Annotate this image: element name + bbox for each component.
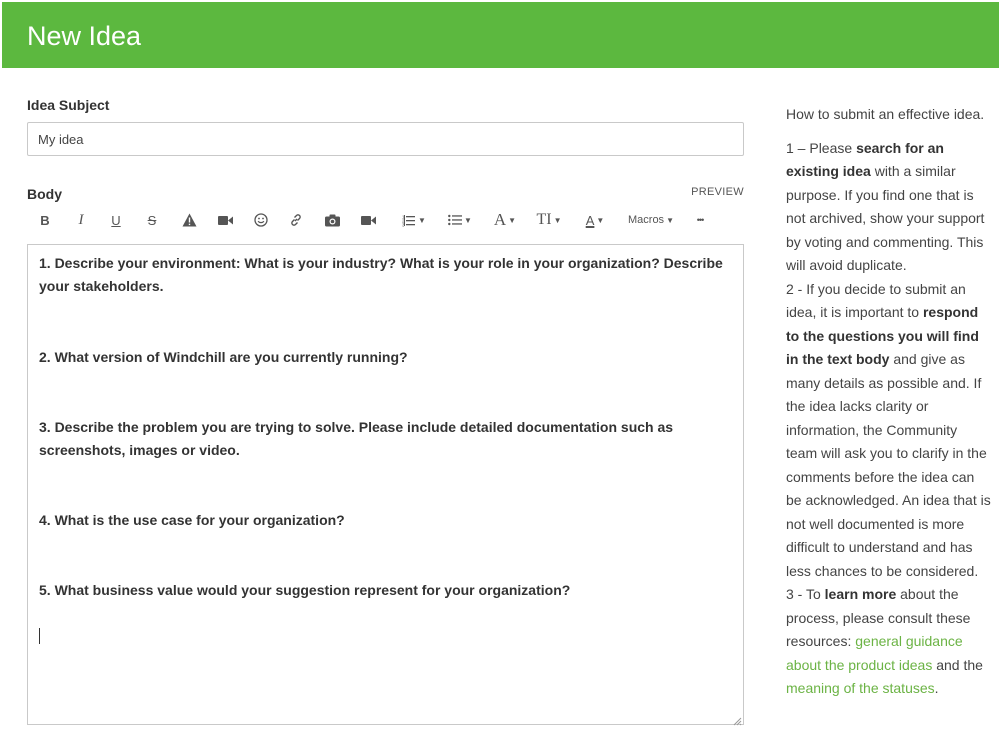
italic-button[interactable]: I <box>75 208 87 232</box>
ordered-list-icon: 123 <box>402 214 416 227</box>
help-step-1-rest: with a similar purpose. If you find one … <box>786 163 985 273</box>
help-step-1-text: 1 – Please <box>786 139 857 156</box>
more-icon[interactable]: ••• <box>691 208 709 232</box>
video-record-icon[interactable] <box>360 208 376 232</box>
page-header: New Idea <box>2 2 999 68</box>
text-size-dropdown[interactable]: TI ▼ <box>534 208 564 232</box>
help-intro: How to submit an effective idea. <box>786 106 985 122</box>
question-3: 3. Describe the problem you are trying t… <box>39 419 674 458</box>
unordered-list-icon <box>448 214 463 226</box>
body-editor[interactable]: 1. Describe your environment: What is yo… <box>27 244 744 726</box>
subject-input[interactable] <box>27 122 744 156</box>
editor-content[interactable]: 1. Describe your environment: What is yo… <box>28 245 743 609</box>
font-color-icon: A <box>585 212 595 228</box>
preview-button[interactable]: PREVIEW <box>691 186 744 198</box>
help-step-3-join: and the <box>932 656 983 673</box>
camera-icon[interactable] <box>324 208 340 232</box>
editor-toolbar: B I U S 123 ▼ ▼ A ▼ TI ▼ A ▼ Macros ▼ ••… <box>27 208 744 232</box>
page-title: New Idea <box>27 21 142 51</box>
macros-label: Macros <box>628 214 665 226</box>
chevron-down-icon: ▼ <box>553 215 562 225</box>
body-label: Body <box>27 186 62 202</box>
question-2: 2. What version of Windchill are you cur… <box>39 349 408 365</box>
help-step-1: 1 – Please search for an existing idea w… <box>786 137 991 278</box>
resize-handle[interactable] <box>732 713 742 726</box>
emoji-icon[interactable] <box>253 208 269 232</box>
text-size-icon: TI <box>536 211 552 228</box>
help-step-3-emphasis: learn more <box>824 586 897 602</box>
warning-icon[interactable] <box>181 208 197 232</box>
font-color-dropdown[interactable]: A ▼ <box>580 208 610 232</box>
chevron-down-icon: ▼ <box>508 215 517 225</box>
help-step-3: 3 - To learn more about the process, ple… <box>786 583 991 701</box>
help-step-3-end: . <box>934 680 939 696</box>
help-step-2: 2 - If you decide to submit an idea, it … <box>786 278 991 584</box>
chevron-down-icon: ▼ <box>418 215 426 225</box>
unordered-list-dropdown[interactable]: ▼ <box>443 208 477 232</box>
video-icon[interactable] <box>217 208 233 232</box>
strikethrough-button[interactable]: S <box>146 208 158 232</box>
help-step-2-rest: and give as many details as possible and… <box>786 351 991 579</box>
chevron-down-icon: ▼ <box>464 215 472 225</box>
link-icon[interactable] <box>288 208 304 232</box>
font-family-dropdown[interactable]: A ▼ <box>491 208 519 232</box>
chevron-down-icon: ▼ <box>596 215 605 225</box>
question-4: 4. What is the use case for your organiz… <box>39 512 345 528</box>
help-sidebar: How to submit an effective idea. 1 – Ple… <box>786 103 991 701</box>
question-5: 5. What business value would your sugges… <box>39 582 571 598</box>
text-cursor <box>39 628 40 644</box>
ordered-list-dropdown[interactable]: 123 ▼ <box>397 208 431 232</box>
font-family-icon: A <box>493 210 507 229</box>
bold-button[interactable]: B <box>39 208 51 232</box>
chevron-down-icon: ▼ <box>666 215 674 225</box>
macros-dropdown[interactable]: Macros ▼ <box>628 208 674 232</box>
underline-button[interactable]: U <box>110 208 122 232</box>
question-1: 1. Describe your environment: What is yo… <box>39 255 723 294</box>
help-step-3-text: 3 - To <box>786 586 825 602</box>
statuses-link[interactable]: meaning of the statuses <box>786 680 935 696</box>
subject-label: Idea Subject <box>27 97 110 113</box>
